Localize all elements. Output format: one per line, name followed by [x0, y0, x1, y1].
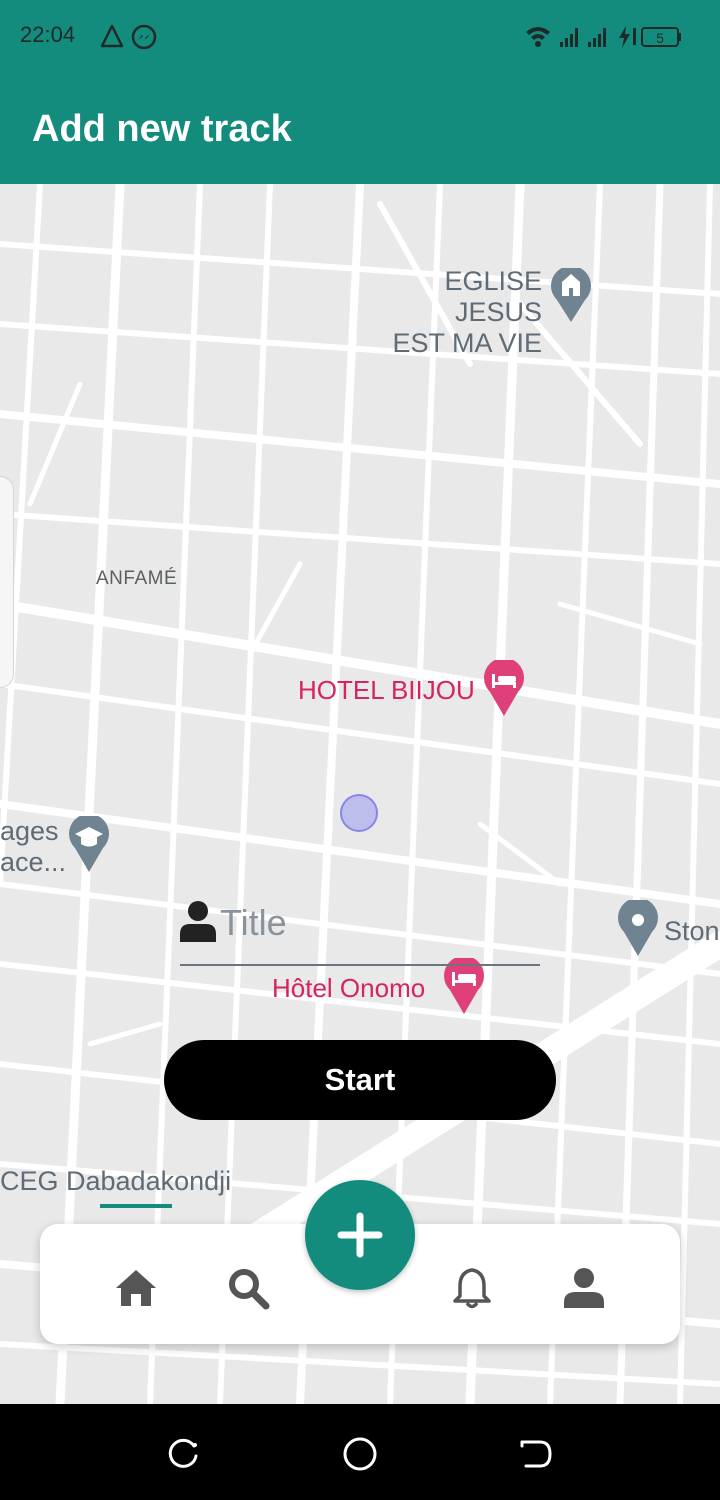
status-system-icons: 5: [526, 26, 681, 48]
page-title: Add new track: [32, 108, 292, 150]
alert-triangle-icon: [100, 24, 124, 48]
battery-level: 5: [656, 30, 664, 46]
signal-icon: [588, 28, 606, 47]
place-pin-icon[interactable]: [616, 900, 660, 958]
bell-icon[interactable]: [450, 1266, 494, 1310]
status-bar: 22:04 5: [0, 0, 720, 72]
signal-icon: [560, 28, 578, 47]
start-button[interactable]: Start: [164, 1040, 556, 1120]
area-label: ANFAMÉ: [96, 568, 178, 589]
messenger-icon: [131, 24, 157, 50]
person-icon: [180, 901, 216, 942]
status-notification-icons: [100, 24, 157, 50]
system-nav-bar: [0, 1404, 720, 1500]
charging-icon: [619, 26, 636, 48]
poi-label-line: ages: [0, 816, 59, 846]
poi-label-line: ace...: [0, 847, 67, 878]
poi-label-hotel[interactable]: Hôtel Onomo: [272, 973, 425, 1004]
add-track-button[interactable]: [305, 1180, 415, 1290]
hotel-pin-icon[interactable]: [442, 958, 486, 1016]
home-icon[interactable]: [114, 1266, 158, 1310]
map-side-handle[interactable]: [0, 476, 14, 688]
app-bar: Add new track: [0, 72, 720, 184]
church-pin-icon[interactable]: [549, 268, 593, 324]
recents-icon[interactable]: [166, 1436, 202, 1472]
poi-label-line: EST MA VIE: [392, 328, 542, 359]
poi-label-church[interactable]: EGLISE JESUS EST MA VIE: [360, 266, 542, 359]
title-field[interactable]: [180, 892, 540, 966]
wifi-icon: [526, 27, 550, 47]
status-time: 22:04: [20, 22, 76, 47]
tab-indicator: [100, 1204, 172, 1208]
poi-label-school[interactable]: CEG Dabadakondji: [0, 1166, 231, 1197]
profile-icon[interactable]: [562, 1266, 606, 1310]
title-input[interactable]: [220, 898, 530, 948]
poi-label-hotel[interactable]: HOTEL BIIJOU: [298, 675, 475, 706]
search-icon[interactable]: [226, 1266, 270, 1310]
home-circle-icon[interactable]: [342, 1436, 378, 1472]
add-icon: [337, 1212, 383, 1258]
current-location-marker: [340, 794, 378, 832]
poi-label-school[interactable]: ages ace...: [0, 816, 66, 878]
poi-label-line: EGLISE JESUS: [444, 266, 542, 328]
battery-icon: 5: [641, 27, 681, 47]
back-icon[interactable]: [518, 1436, 554, 1472]
hotel-pin-icon[interactable]: [482, 660, 526, 718]
poi-label-place[interactable]: Ston: [664, 916, 720, 947]
school-pin-icon[interactable]: [67, 816, 111, 874]
map-view[interactable]: EGLISE JESUS EST MA VIE ANFAMÉ HOTEL BII…: [0, 184, 720, 1404]
